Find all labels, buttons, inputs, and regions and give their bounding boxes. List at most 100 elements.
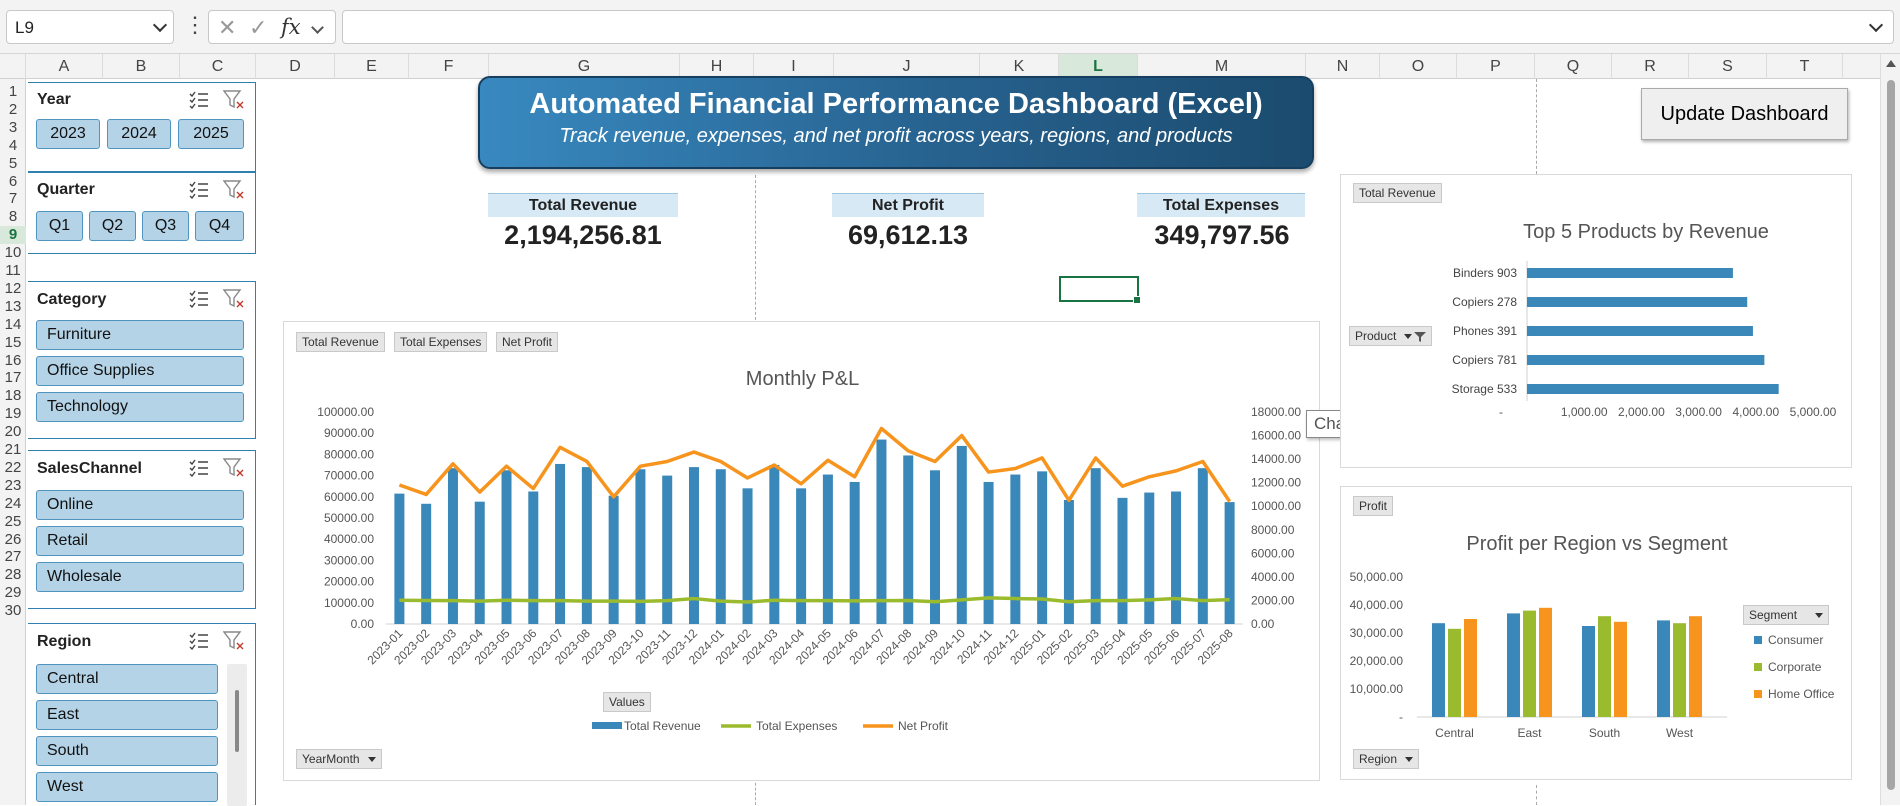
slicer-item-wholesale[interactable]: Wholesale (36, 562, 244, 592)
region-segment-chart[interactable]: Profit Profit per Region vs Segment 50,0… (1340, 486, 1852, 780)
column-header-t[interactable]: T (1767, 54, 1843, 79)
monthly-pl-chart[interactable]: Total Revenue Total Expenses Net Profit … (283, 321, 1320, 781)
slicer-item-office-supplies[interactable]: Office Supplies (36, 356, 244, 386)
row-header-9[interactable]: 9 (0, 226, 26, 245)
clear-filter-icon[interactable] (223, 458, 245, 478)
multi-select-icon[interactable] (189, 632, 209, 650)
sheet-vertical-scrollbar[interactable] (1880, 54, 1900, 805)
column-header-d[interactable]: D (256, 54, 335, 79)
scroll-up-icon[interactable] (1886, 60, 1896, 67)
select-all-corner[interactable] (0, 54, 26, 79)
update-dashboard-button[interactable]: Update Dashboard (1641, 88, 1848, 140)
name-box[interactable]: L9 (6, 10, 174, 44)
formula-input[interactable] (342, 10, 1894, 44)
legend-field-button-segment[interactable]: Segment (1743, 605, 1830, 625)
column-header-s[interactable]: S (1689, 54, 1767, 79)
row-header-19[interactable]: 19 (0, 405, 26, 423)
row-header-16[interactable]: 16 (0, 352, 26, 370)
slicer-item-2023[interactable]: 2023 (36, 119, 100, 149)
row-header-29[interactable]: 29 (0, 584, 26, 602)
dropdown-arrow-icon[interactable] (1815, 613, 1824, 619)
row-header-8[interactable]: 8 (0, 208, 26, 226)
insert-function-icon[interactable]: fx (281, 15, 301, 39)
cancel-icon[interactable]: ✕ (218, 15, 236, 41)
axis-field-button-region[interactable]: Region (1353, 749, 1420, 769)
column-header-p[interactable]: P (1457, 54, 1535, 79)
row-header-14[interactable]: 14 (0, 316, 26, 334)
clear-filter-icon[interactable] (223, 90, 245, 110)
row-header-22[interactable]: 22 (0, 459, 26, 477)
row-header-17[interactable]: 17 (0, 369, 26, 387)
row-header-5[interactable]: 5 (0, 155, 26, 173)
dropdown-arrow-icon[interactable] (1404, 334, 1413, 340)
slicer-item-2024[interactable]: 2024 (107, 119, 171, 149)
multi-select-icon[interactable] (189, 91, 209, 109)
column-header-f[interactable]: F (409, 54, 489, 79)
filter-icon[interactable] (1414, 331, 1427, 343)
slicer-item-central[interactable]: Central (36, 664, 218, 694)
row-header-28[interactable]: 28 (0, 566, 26, 584)
row-header-26[interactable]: 26 (0, 531, 26, 549)
column-header-a[interactable]: A (26, 54, 103, 79)
row-header-18[interactable]: 18 (0, 387, 26, 405)
row-header-3[interactable]: 3 (0, 119, 26, 137)
multi-select-icon[interactable] (189, 459, 209, 477)
row-header-7[interactable]: 7 (0, 190, 26, 208)
slicer-scroll-thumb[interactable] (235, 690, 239, 752)
row-header-23[interactable]: 23 (0, 477, 26, 495)
column-header-o[interactable]: O (1380, 54, 1457, 79)
slicer-item-technology[interactable]: Technology (36, 392, 244, 422)
slicer-item-2025[interactable]: 2025 (178, 119, 244, 149)
row-header-6[interactable]: 6 (0, 173, 26, 191)
slicer-item-west[interactable]: West (36, 772, 218, 802)
slicer-item-q3[interactable]: Q3 (142, 211, 189, 241)
clear-filter-icon[interactable] (223, 180, 245, 200)
slicer-item-furniture[interactable]: Furniture (36, 320, 244, 350)
chevron-down-icon[interactable] (311, 21, 324, 34)
row-header-2[interactable]: 2 (0, 101, 26, 119)
column-header-c[interactable]: C (180, 54, 256, 79)
slicer-item-retail[interactable]: Retail (36, 526, 244, 556)
slicer-item-q1[interactable]: Q1 (36, 211, 83, 241)
dropdown-arrow-icon[interactable] (367, 757, 376, 763)
column-header-n[interactable]: N (1306, 54, 1380, 79)
row-header-30[interactable]: 30 (0, 602, 26, 620)
more-options-icon[interactable]: ⋮ (184, 14, 206, 36)
clear-filter-icon[interactable] (223, 289, 245, 309)
selected-cell[interactable] (1059, 276, 1141, 304)
column-header-q[interactable]: Q (1535, 54, 1612, 79)
slicer-item-online[interactable]: Online (36, 490, 244, 520)
row-header-27[interactable]: 27 (0, 548, 26, 566)
enter-icon[interactable]: ✓ (249, 15, 267, 41)
column-header-r[interactable]: R (1612, 54, 1689, 79)
row-header-12[interactable]: 12 (0, 280, 26, 298)
row-header-10[interactable]: 10 (0, 244, 26, 262)
axis-field-button-yearmonth[interactable]: YearMonth (296, 749, 382, 769)
row-header-4[interactable]: 4 (0, 137, 26, 155)
row-header-13[interactable]: 13 (0, 298, 26, 316)
slicer-item-south[interactable]: South (36, 736, 218, 766)
scroll-thumb[interactable] (1887, 80, 1895, 790)
slicer-scrollbar[interactable] (227, 664, 247, 806)
row-header-21[interactable]: 21 (0, 441, 26, 459)
column-header-e[interactable]: E (335, 54, 409, 79)
row-header-24[interactable]: 24 (0, 495, 26, 513)
row-header-1[interactable]: 1 (0, 83, 26, 101)
slicer-item-q4[interactable]: Q4 (195, 211, 244, 241)
dropdown-arrow-icon[interactable] (1405, 757, 1414, 763)
chevron-down-icon[interactable] (152, 17, 168, 33)
top5-products-chart[interactable]: Total Revenue Top 5 Products by Revenue … (1340, 174, 1852, 468)
values-field-button[interactable]: Values (603, 692, 651, 712)
row-header-15[interactable]: 15 (0, 334, 26, 352)
slicer-item-east[interactable]: East (36, 700, 218, 730)
slicer-item-q2[interactable]: Q2 (89, 211, 136, 241)
clear-filter-icon[interactable] (223, 631, 245, 651)
row-header-20[interactable]: 20 (0, 423, 26, 441)
row-header-25[interactable]: 25 (0, 513, 26, 531)
multi-select-icon[interactable] (189, 181, 209, 199)
multi-select-icon[interactable] (189, 290, 209, 308)
axis-field-button-product[interactable]: Product (1349, 326, 1433, 346)
expand-formula-icon[interactable] (1868, 17, 1884, 33)
column-header-b[interactable]: B (103, 54, 180, 79)
row-header-11[interactable]: 11 (0, 262, 26, 280)
